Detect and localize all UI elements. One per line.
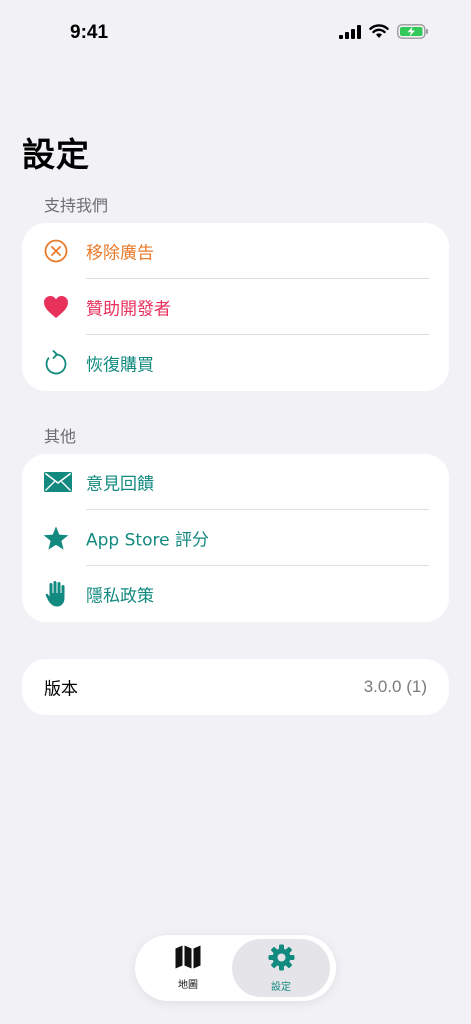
heart-icon: [43, 294, 69, 320]
version-value: 3.0.0 (1): [363, 677, 427, 696]
tab-settings-label: 設定: [271, 981, 291, 993]
status-bar: 9:41: [0, 0, 471, 70]
rate-app-label: App Store 評分: [86, 530, 209, 551]
restore-purchases-label: 恢復購買: [86, 355, 154, 376]
feedback-label: 意見回饋: [86, 474, 154, 495]
tab-map[interactable]: 地圖: [139, 939, 237, 997]
section-header-other: 其他: [44, 427, 77, 446]
privacy-policy-row[interactable]: 隱私政策: [22, 566, 449, 622]
tab-bar: 地圖 設定: [135, 935, 336, 1001]
gear-icon: [268, 944, 295, 975]
envelope-icon: [43, 469, 73, 495]
battery-charging-icon: [397, 24, 429, 43]
status-time: 9:41: [70, 22, 109, 43]
remove-ads-icon: [43, 238, 69, 264]
star-icon: [43, 525, 69, 551]
support-card: 移除廣告 贊助開發者 恢復購買: [22, 223, 449, 391]
sponsor-developer-label: 贊助開發者: [86, 299, 171, 320]
page-title: 設定: [22, 135, 90, 174]
remove-ads-row[interactable]: 移除廣告: [22, 223, 449, 279]
tab-settings[interactable]: 設定: [232, 939, 330, 997]
cellular-signal-icon: [339, 24, 361, 43]
status-icons: [339, 24, 429, 43]
map-icon: [175, 945, 201, 973]
remove-ads-label: 移除廣告: [86, 243, 154, 264]
wifi-icon: [369, 24, 389, 43]
section-header-support: 支持我們: [44, 196, 109, 215]
rate-app-row[interactable]: App Store 評分: [22, 510, 449, 566]
version-card: 版本 3.0.0 (1): [22, 659, 449, 715]
feedback-row[interactable]: 意見回饋: [22, 454, 449, 510]
tab-map-label: 地圖: [178, 980, 198, 991]
sponsor-developer-row[interactable]: 贊助開發者: [22, 279, 449, 335]
hand-icon: [43, 581, 69, 607]
version-label: 版本: [44, 679, 78, 700]
version-row: 版本 3.0.0 (1): [22, 659, 449, 715]
restore-icon: [43, 350, 69, 376]
other-card: 意見回饋 App Store 評分 隱私政策: [22, 454, 449, 622]
restore-purchases-row[interactable]: 恢復購買: [22, 335, 449, 391]
privacy-policy-label: 隱私政策: [86, 586, 154, 607]
